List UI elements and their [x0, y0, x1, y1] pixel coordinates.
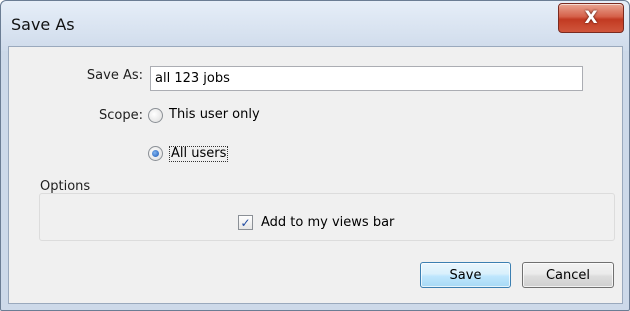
save-as-input[interactable] — [150, 66, 583, 91]
add-to-views-label[interactable]: Add to my views bar — [261, 215, 394, 230]
scope-radio-all-users[interactable] — [148, 146, 163, 161]
save-as-dialog: Save As X Save As: Scope: This user only… — [0, 0, 630, 311]
checkmark-icon: ✓ — [240, 215, 251, 230]
cancel-button[interactable]: Cancel — [522, 262, 614, 288]
scope-option-all-users-label[interactable]: All users — [169, 146, 229, 162]
scope-option-this-user-label[interactable]: This user only — [169, 107, 260, 122]
close-button[interactable]: X — [558, 3, 624, 33]
add-to-views-checkbox[interactable]: ✓ — [238, 215, 253, 230]
title-bar[interactable]: Save As X — [1, 1, 629, 51]
save-button[interactable]: Save — [420, 262, 511, 288]
save-as-label: Save As: — [86, 68, 143, 83]
close-icon: X — [584, 8, 598, 28]
options-group-title: Options — [40, 179, 91, 194]
dialog-body: Save As: Scope: This user only All users… — [8, 46, 623, 304]
scope-radio-this-user[interactable] — [148, 108, 163, 123]
dialog-title: Save As — [11, 15, 75, 34]
scope-label: Scope: — [99, 108, 143, 123]
